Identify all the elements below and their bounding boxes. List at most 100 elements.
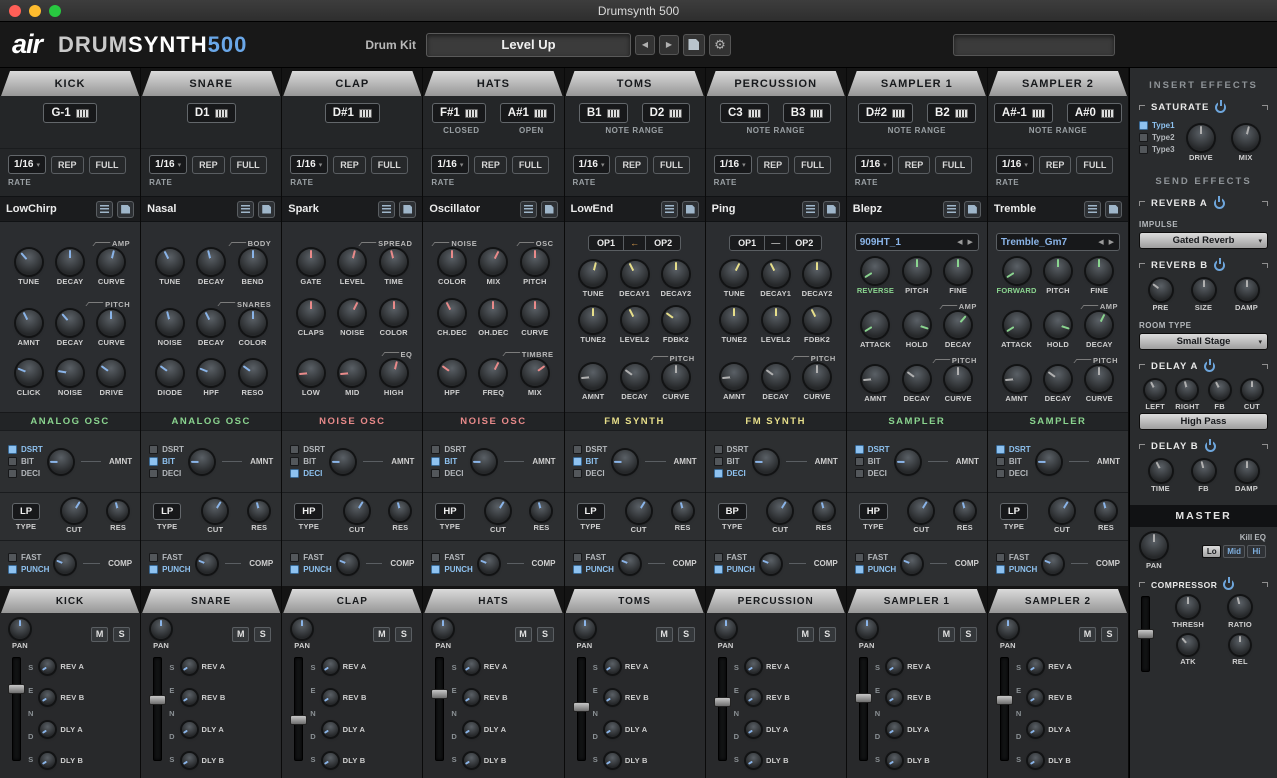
mute-button[interactable]: M: [373, 627, 390, 642]
operator-link-button[interactable]: —: [765, 235, 786, 251]
fader-handle[interactable]: [573, 702, 590, 712]
knob-bend[interactable]: BEND: [232, 249, 273, 286]
repeat-button[interactable]: REP: [615, 156, 648, 174]
knob-dial[interactable]: [439, 249, 465, 275]
knob-dial[interactable]: [464, 722, 479, 737]
knob-pan[interactable]: PAN: [433, 619, 453, 650]
repeat-button[interactable]: REP: [333, 156, 366, 174]
knob-dial[interactable]: [754, 450, 778, 474]
knob-dial[interactable]: [182, 690, 197, 705]
mute-button[interactable]: M: [91, 627, 108, 642]
knob-atk[interactable]: ATK: [1162, 635, 1214, 666]
knob-dial[interactable]: [522, 360, 548, 386]
knob-pitch[interactable]: PITCH: [514, 249, 555, 286]
mute-button[interactable]: M: [515, 627, 532, 642]
knob-dial[interactable]: [98, 360, 124, 386]
knob-amnt[interactable]: AMNT: [8, 310, 49, 347]
knob-dial[interactable]: [605, 722, 620, 737]
knob-dial[interactable]: [1230, 635, 1250, 655]
fader-handle[interactable]: [290, 715, 307, 725]
knob-dial[interactable]: [157, 310, 183, 336]
checkbox-fast[interactable]: FAST: [290, 553, 331, 562]
knob-dial[interactable]: [331, 450, 355, 474]
knob-dial[interactable]: [464, 753, 479, 768]
knob-forward[interactable]: FORWARD: [996, 258, 1037, 295]
checkbox-bit[interactable]: BIT: [149, 457, 184, 466]
knob-dial[interactable]: [746, 722, 761, 737]
repeat-button[interactable]: REP: [192, 156, 225, 174]
knob-dial[interactable]: [605, 753, 620, 768]
knob-dial[interactable]: [55, 554, 75, 574]
knob-fine[interactable]: FINE: [1079, 258, 1120, 295]
knob-time[interactable]: TIME: [1139, 460, 1182, 493]
filter-type-button[interactable]: LP: [1000, 503, 1028, 520]
checkbox-bit[interactable]: BIT: [431, 457, 466, 466]
knob-dial[interactable]: [580, 261, 606, 287]
kit-save-button[interactable]: [683, 34, 705, 56]
knob-cut[interactable]: CUT: [1050, 499, 1074, 534]
knob-dial[interactable]: [746, 690, 761, 705]
knob-dial[interactable]: [1028, 753, 1043, 768]
reverb-a-power-button[interactable]: [1214, 198, 1225, 209]
checkbox-deci[interactable]: DECI: [431, 469, 466, 478]
note-button-a-0[interactable]: A#0: [1067, 103, 1122, 123]
knob-cut[interactable]: CUT: [768, 499, 792, 534]
knob-dial[interactable]: [746, 753, 761, 768]
operator-link-button[interactable]: ←: [624, 235, 645, 251]
full-button[interactable]: FULL: [1076, 156, 1113, 174]
checkbox-deci[interactable]: DECI: [573, 469, 608, 478]
fader-handle[interactable]: [8, 684, 25, 694]
knob-dial[interactable]: [1177, 380, 1197, 400]
sample-prev-button[interactable]: ◀: [1097, 238, 1104, 246]
knob-dial[interactable]: [40, 690, 55, 705]
knob-res[interactable]: RES: [1096, 501, 1116, 532]
knob-dial[interactable]: [746, 753, 761, 768]
knob-dial[interactable]: [464, 690, 479, 705]
knob-dial[interactable]: [575, 619, 595, 639]
fader-handle[interactable]: [996, 695, 1013, 705]
knob-dial[interactable]: [1178, 635, 1198, 655]
knob-dial[interactable]: [464, 753, 479, 768]
knob-fdbk2[interactable]: FDBK2: [796, 307, 837, 344]
knob-dial[interactable]: [1004, 366, 1030, 392]
knob-dial[interactable]: [1096, 501, 1116, 521]
knob-dial[interactable]: [472, 450, 496, 474]
knob-damp[interactable]: DAMP: [1225, 279, 1268, 312]
knob-decay[interactable]: DECAY: [755, 364, 796, 401]
knob-tune[interactable]: TUNE: [8, 249, 49, 286]
knob-dial[interactable]: [157, 249, 183, 275]
knob-dial[interactable]: [439, 300, 465, 326]
knob-dial[interactable]: [1145, 380, 1165, 400]
mute-button[interactable]: M: [938, 627, 955, 642]
knob-dial[interactable]: [480, 300, 506, 326]
knob-dial[interactable]: [182, 690, 197, 705]
knob-dial[interactable]: [464, 722, 479, 737]
knob-decay[interactable]: DECAY: [896, 366, 937, 403]
knob-dial[interactable]: [339, 249, 365, 275]
kit-preset-select[interactable]: Level Up: [426, 33, 631, 57]
knob-reverse[interactable]: REVERSE: [855, 258, 896, 295]
preset-menu-button[interactable]: [943, 201, 960, 218]
checkbox-bit[interactable]: BIT: [573, 457, 608, 466]
knob-dial[interactable]: [1233, 125, 1259, 151]
checkbox-dsrt[interactable]: DSRT: [855, 445, 890, 454]
note-button-b1[interactable]: B1: [579, 103, 628, 123]
knob-dial[interactable]: [622, 307, 648, 333]
solo-button[interactable]: S: [819, 627, 836, 642]
knob-claps[interactable]: CLAPS: [290, 300, 331, 337]
knob-dial[interactable]: [1210, 380, 1230, 400]
fader-handle[interactable]: [714, 697, 731, 707]
fader-handle[interactable]: [855, 693, 872, 703]
knob-dial[interactable]: [887, 659, 902, 674]
knob-dial[interactable]: [1086, 366, 1112, 392]
knob-dial[interactable]: [887, 753, 902, 768]
knob-pan[interactable]: PAN: [857, 619, 877, 650]
knob-dial[interactable]: [887, 753, 902, 768]
fader-handle[interactable]: [1137, 629, 1154, 639]
knob-level2[interactable]: LEVEL2: [614, 307, 655, 344]
knob-dial[interactable]: [1004, 258, 1030, 284]
knob-dial[interactable]: [746, 659, 761, 674]
knob-res[interactable]: RES: [108, 501, 128, 532]
knob-dial[interactable]: [622, 261, 648, 287]
knob-dial[interactable]: [98, 310, 124, 336]
